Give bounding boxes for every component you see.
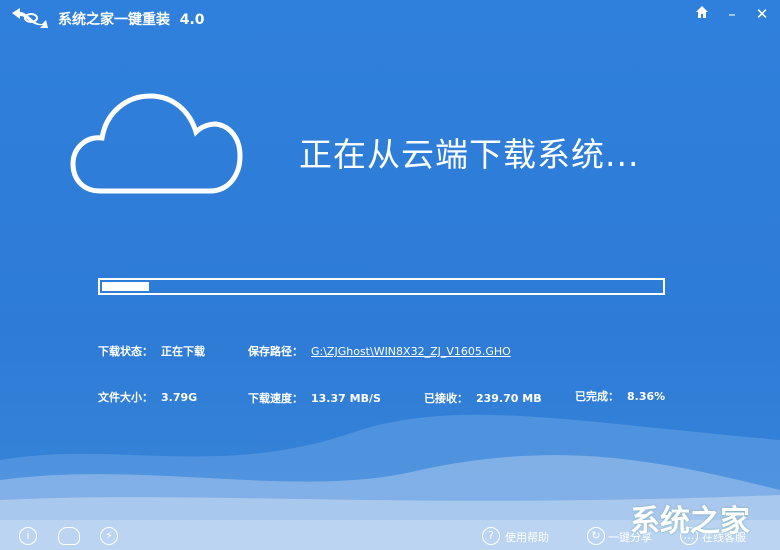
download-progress-bar — [98, 278, 665, 295]
app-logo-icon — [12, 8, 48, 28]
status-heading: 正在从云端下载系统... — [299, 135, 640, 174]
help-icon: ? — [482, 527, 500, 545]
home-button[interactable] — [691, 5, 713, 25]
save-path-link[interactable]: G:\ZJGhost\WIN8X32_ZJ_V1605.GHO — [311, 345, 511, 358]
close-button[interactable]: ✕ — [751, 5, 773, 25]
help-link[interactable]: 使用帮助 — [505, 529, 549, 545]
installer-window: 系统之家一键重装 4.0 – ✕ 正在从云端下载系统... 下载状态： 正在下载 … — [0, 0, 780, 550]
progress-fill — [102, 282, 149, 291]
title-bar[interactable]: 系统之家一键重装 4.0 – ✕ — [0, 0, 780, 34]
info-icon[interactable]: i — [19, 527, 37, 545]
brand-watermark: 系统之家 — [630, 504, 750, 539]
app-title: 系统之家一键重装 4.0 — [58, 12, 205, 28]
download-status: 下载状态： 正在下载 — [98, 345, 205, 358]
save-path: 保存路径： G:\ZJGhost\WIN8X32_ZJ_V1605.GHO — [248, 345, 511, 358]
flash-cloud-icon[interactable]: ⚡ — [100, 527, 118, 545]
minimize-button[interactable]: – — [721, 5, 743, 25]
home-icon — [696, 6, 708, 18]
cloud-small-icon[interactable] — [58, 527, 80, 545]
cloud-icon — [70, 93, 243, 194]
